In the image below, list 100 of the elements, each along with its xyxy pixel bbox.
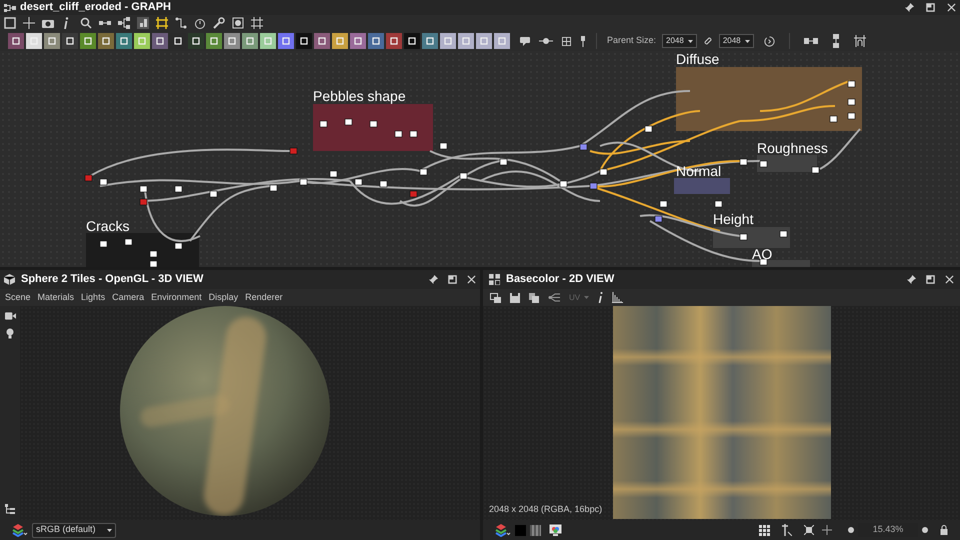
graph-node[interactable] (760, 258, 768, 266)
menu-item[interactable]: Environment (151, 290, 202, 304)
node-tile-icon[interactable] (386, 33, 402, 49)
graph-node[interactable] (100, 240, 108, 248)
dot-icon[interactable] (539, 37, 553, 45)
graph-node[interactable] (290, 148, 298, 154)
graph-node[interactable] (560, 180, 568, 188)
zoom-out-icon[interactable] (848, 527, 854, 533)
node-tile-icon[interactable] (404, 33, 420, 49)
graph-node[interactable] (644, 126, 652, 132)
graph-node[interactable] (270, 184, 278, 192)
graph-node[interactable] (420, 168, 428, 176)
ruler-icon[interactable] (782, 524, 792, 536)
graph-icon[interactable] (118, 17, 130, 29)
graph-node[interactable] (500, 158, 508, 166)
graph-node[interactable] (140, 198, 148, 206)
snap-icon[interactable] (854, 35, 866, 47)
maximize-icon[interactable] (926, 3, 935, 12)
graph-node[interactable] (654, 216, 662, 222)
menu-item[interactable]: Scene (5, 290, 31, 304)
graph-node[interactable] (330, 170, 338, 178)
height-dropdown[interactable]: 2048 (718, 34, 754, 48)
graph-node[interactable] (812, 166, 820, 174)
node-tile-icon[interactable] (440, 33, 456, 49)
width-dropdown[interactable]: 2048 (662, 34, 697, 48)
graph-node[interactable] (460, 172, 468, 180)
lock-icon[interactable] (940, 525, 948, 535)
graph-node[interactable] (760, 160, 768, 168)
maximize-icon[interactable] (448, 275, 457, 284)
graph-node[interactable] (320, 120, 328, 128)
monitor-icon[interactable] (549, 524, 562, 536)
move-icon[interactable] (23, 17, 35, 29)
background-swatch[interactable] (515, 524, 526, 536)
graph-node[interactable] (354, 178, 362, 186)
menu-item[interactable]: Display (208, 290, 238, 304)
align-horizontal-icon[interactable] (804, 37, 818, 45)
maximize-icon[interactable] (926, 275, 935, 284)
connector-icon[interactable] (175, 17, 187, 29)
menu-item[interactable]: Materials (38, 290, 74, 304)
timer-icon[interactable] (194, 17, 206, 29)
graph-node[interactable] (740, 158, 748, 166)
viewport-2d[interactable]: 2048 x 2048 (RGBA, 16bpc) (483, 306, 960, 520)
graph-node[interactable] (848, 98, 856, 106)
camera-icon[interactable] (42, 17, 54, 29)
node-tile-icon[interactable] (422, 33, 438, 49)
node-tile-icon[interactable] (476, 33, 492, 49)
bars-icon[interactable] (137, 17, 149, 29)
graph-node[interactable] (600, 168, 608, 176)
node-tile-icon[interactable] (188, 33, 204, 49)
search-icon[interactable] (80, 17, 92, 29)
pin-icon[interactable] (905, 3, 914, 12)
node-tile-icon[interactable] (242, 33, 258, 49)
graph-node[interactable] (848, 112, 856, 120)
node-tile-icon[interactable] (152, 33, 168, 49)
menu-item[interactable]: Renderer (245, 290, 283, 304)
node-tile-icon[interactable] (44, 33, 60, 49)
wrench-icon[interactable] (213, 17, 225, 29)
node-tile-icon[interactable] (134, 33, 150, 49)
node-tile-icon[interactable] (98, 33, 114, 49)
grid-icon[interactable] (759, 524, 770, 536)
copy-icon[interactable] (529, 292, 539, 302)
crosshair-icon[interactable] (822, 525, 832, 535)
lightbulb-icon[interactable] (6, 328, 14, 339)
comment-icon[interactable] (520, 36, 530, 46)
camera-icon[interactable] (4, 312, 16, 320)
pin-icon[interactable] (907, 275, 916, 284)
node-tile-icon[interactable] (224, 33, 240, 49)
color-profile-dropdown[interactable]: sRGB (default) (32, 522, 116, 538)
graph-node[interactable] (410, 190, 418, 198)
close-icon[interactable] (945, 275, 954, 284)
graph-node[interactable] (344, 118, 352, 126)
graph-node[interactable] (410, 130, 418, 138)
graph-node[interactable] (830, 116, 838, 122)
node-tile-icon[interactable] (26, 33, 42, 49)
graph-node[interactable] (100, 178, 108, 186)
checker-swatch[interactable] (530, 524, 541, 536)
node-tile-icon[interactable] (80, 33, 96, 49)
node-tile-icon[interactable] (62, 33, 78, 49)
node-tile-icon[interactable] (332, 33, 348, 49)
layers-icon[interactable] (495, 524, 511, 536)
grid-icon[interactable] (562, 36, 571, 46)
close-icon[interactable] (947, 3, 956, 12)
grid-frame-icon[interactable] (251, 17, 263, 29)
viewport-3d[interactable] (0, 306, 480, 520)
graph-node[interactable] (780, 230, 788, 238)
image-icon[interactable] (232, 17, 244, 29)
menu-item[interactable]: Camera (112, 290, 144, 304)
graph-node[interactable] (124, 238, 132, 246)
frame-background[interactable] (86, 233, 199, 268)
share-icon[interactable] (548, 293, 560, 302)
graph-node[interactable] (440, 142, 448, 150)
node-tile-icon[interactable] (494, 33, 510, 49)
graph-node[interactable] (848, 80, 856, 88)
graph-node[interactable] (300, 178, 308, 186)
node-tile-icon[interactable] (296, 33, 312, 49)
graph-node[interactable] (714, 200, 722, 208)
graph-node[interactable] (660, 200, 668, 208)
frame-background[interactable] (313, 104, 433, 151)
graph-canvas[interactable]: Diffuse Pebbles shape Roughness Normal Cracks Height AO (0, 51, 960, 268)
node-tile-icon[interactable] (278, 33, 294, 49)
